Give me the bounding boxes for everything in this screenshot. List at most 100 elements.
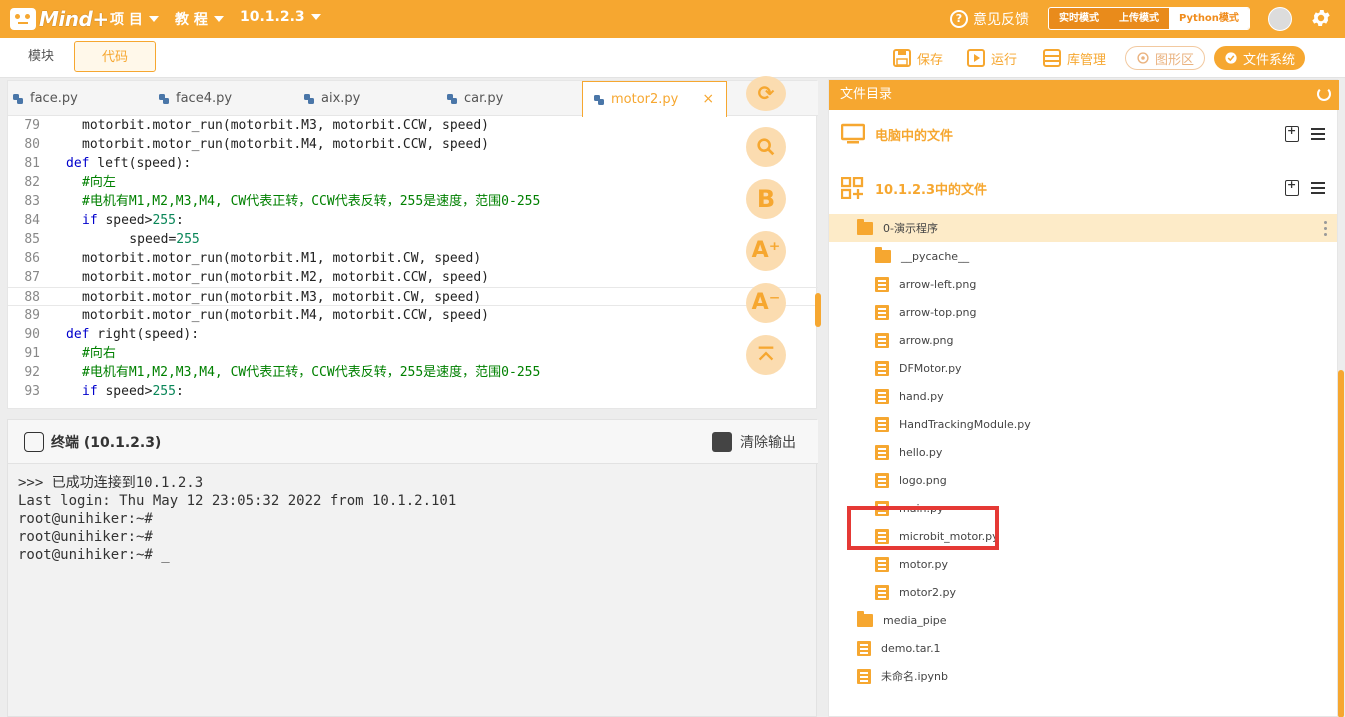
code-line[interactable]: 83 #电机有M1,M2,M3,M4, CW代表正转，CCW代表反转，255是速度…: [8, 192, 818, 211]
code-line[interactable]: 81 def left(speed):: [8, 154, 818, 173]
code-line[interactable]: 89 motorbit.motor_run(motorbit.M4, motorb…: [8, 306, 818, 325]
search-icon: [757, 138, 775, 156]
refresh-icon[interactable]: [1317, 87, 1331, 101]
file-tab-active[interactable]: motor2.py ×: [582, 81, 727, 117]
line-number: 80: [24, 137, 40, 152]
font-increase-icon: A⁺: [751, 238, 781, 263]
tab-code[interactable]: 代码: [74, 41, 156, 72]
section-pc-files[interactable]: 电脑中的文件: [841, 122, 953, 146]
file-item[interactable]: hand.py: [829, 382, 1337, 410]
more-icon[interactable]: [1324, 221, 1327, 224]
file-name: hello.py: [899, 445, 943, 459]
scroll-top-button[interactable]: [746, 335, 786, 375]
file-item[interactable]: motor.py: [829, 550, 1337, 578]
code-line[interactable]: 88 motorbit.motor_run(motorbit.M3, motorb…: [8, 287, 818, 306]
code-editor: face.py face4.py aix.py car.py motor2.py…: [7, 76, 821, 410]
mode-realtime[interactable]: 实时模式: [1049, 8, 1109, 29]
bold-button[interactable]: B: [746, 179, 786, 219]
terminal-line: >>> 已成功连接到10.1.2.3: [18, 475, 204, 491]
file-item[interactable]: arrow.png: [829, 326, 1337, 354]
code-line[interactable]: 91 #向右: [8, 344, 818, 363]
save-button[interactable]: 保存: [892, 46, 943, 70]
folder-item[interactable]: media_pipe: [829, 606, 1337, 634]
filesystem-button[interactable]: 文件系统: [1214, 46, 1306, 70]
file-item[interactable]: demo.tar.1: [829, 634, 1337, 662]
file-item[interactable]: logo.png: [829, 466, 1337, 494]
file-item[interactable]: hello.py: [829, 438, 1337, 466]
close-icon[interactable]: ×: [702, 82, 714, 117]
code-line[interactable]: 79 motorbit.motor_run(motorbit.M3, motorb…: [8, 117, 818, 135]
code-line[interactable]: 86 motorbit.motor_run(motorbit.M1, motorb…: [8, 249, 818, 268]
font-decrease-button[interactable]: A⁻: [746, 283, 786, 323]
code-line[interactable]: 82 #向左: [8, 173, 818, 192]
menu-device[interactable]: 10.1.2.3: [240, 9, 321, 25]
line-source: speed=255: [98, 232, 200, 247]
format-icon: ⟳: [757, 81, 775, 105]
file-panel: 文件目录 电脑中的文件 10.1.2.3中的文件 0-演示程序 __pycache…: [828, 79, 1344, 717]
file-item[interactable]: arrow-left.png: [829, 270, 1337, 298]
file-tab[interactable]: aix.py: [303, 81, 360, 116]
tab-blocks[interactable]: 模块: [0, 41, 82, 72]
file-tab[interactable]: car.py: [446, 81, 503, 116]
folder-item[interactable]: 0-演示程序: [829, 214, 1337, 242]
folder-icon: [857, 218, 873, 235]
gear-icon[interactable]: [1310, 7, 1332, 29]
app-logo[interactable]: Mind+: [10, 6, 109, 32]
search-button[interactable]: [746, 127, 786, 167]
mode-python[interactable]: Python模式: [1169, 8, 1249, 29]
code-line[interactable]: 87 motorbit.motor_run(motorbit.M2, motorb…: [8, 268, 818, 287]
line-source: motorbit.motor_run(motorbit.M4, motorbit…: [82, 308, 489, 323]
code-line[interactable]: 93 if speed>255:: [8, 382, 818, 401]
file-tab-label: aix.py: [321, 91, 361, 106]
file-item[interactable]: 未命名.ipynb: [829, 662, 1337, 690]
graphics-icon: [1137, 52, 1149, 64]
section-device-files[interactable]: 10.1.2.3中的文件: [841, 176, 987, 200]
scroll-top-icon: [758, 346, 774, 361]
code-line[interactable]: 92 #电机有M1,M2,M3,M4, CW代表正转，CCW代表反转，255是速度…: [8, 363, 818, 382]
file-panel-title: 文件目录: [840, 87, 893, 102]
menu-icon[interactable]: [1311, 128, 1325, 140]
code-area[interactable]: 79 motorbit.motor_run(motorbit.M3, motorb…: [8, 117, 818, 410]
run-button[interactable]: 运行: [966, 46, 1017, 70]
file-icon: [875, 472, 889, 488]
code-line[interactable]: 80 motorbit.motor_run(motorbit.M4, motorb…: [8, 135, 818, 154]
folder-item[interactable]: __pycache__: [829, 242, 1337, 270]
format-button[interactable]: ⟳: [746, 76, 786, 111]
new-file-icon[interactable]: [1285, 178, 1299, 196]
terminal-line: Last login: Thu May 12 23:05:32 2022 fro…: [18, 493, 457, 509]
file-icon: [875, 388, 889, 404]
feedback-button[interactable]: ? 意见反馈: [950, 9, 1029, 29]
file-item[interactable]: DFMotor.py: [829, 354, 1337, 382]
terminal-output[interactable]: >>> 已成功连接到10.1.2.3 Last login: Thu May 1…: [18, 474, 456, 564]
editor-scrollbar[interactable]: [815, 293, 821, 327]
code-line[interactable]: 85 speed=255: [8, 230, 818, 249]
line-source: def right(speed):: [66, 327, 200, 342]
file-tab[interactable]: face.py: [12, 81, 78, 116]
library-label: 库管理: [1067, 52, 1107, 68]
file-tab[interactable]: face4.py: [158, 81, 232, 116]
python-icon: [13, 93, 23, 104]
file-item[interactable]: HandTrackingModule.py: [829, 410, 1337, 438]
file-item[interactable]: motor2.py: [829, 578, 1337, 606]
font-increase-button[interactable]: A⁺: [746, 231, 786, 271]
file-name: arrow-top.png: [899, 305, 977, 319]
mode-upload[interactable]: 上传模式: [1109, 8, 1169, 29]
avatar[interactable]: [1268, 7, 1292, 31]
menu-icon[interactable]: [1311, 182, 1325, 194]
graphics-label: 图形区: [1155, 52, 1195, 68]
bold-icon: B: [756, 185, 776, 213]
library-button[interactable]: 库管理: [1042, 46, 1106, 70]
line-source: motorbit.motor_run(motorbit.M3, motorbit…: [82, 290, 482, 305]
graphics-button[interactable]: 图形区: [1125, 46, 1206, 70]
code-line[interactable]: 84 if speed>255:: [8, 211, 818, 230]
line-number: 91: [24, 346, 40, 361]
menu-project[interactable]: 项 目: [110, 9, 159, 29]
new-file-icon[interactable]: [1285, 124, 1299, 142]
line-source: motorbit.motor_run(motorbit.M1, motorbit…: [82, 251, 482, 266]
file-item[interactable]: arrow-top.png: [829, 298, 1337, 326]
code-line[interactable]: 90 def right(speed):: [8, 325, 818, 344]
chevron-down-icon: [310, 14, 321, 20]
file-panel-scrollbar[interactable]: [1338, 370, 1344, 717]
clear-output-button[interactable]: 清除输出: [712, 432, 796, 452]
menu-tutorial[interactable]: 教 程: [175, 9, 224, 29]
